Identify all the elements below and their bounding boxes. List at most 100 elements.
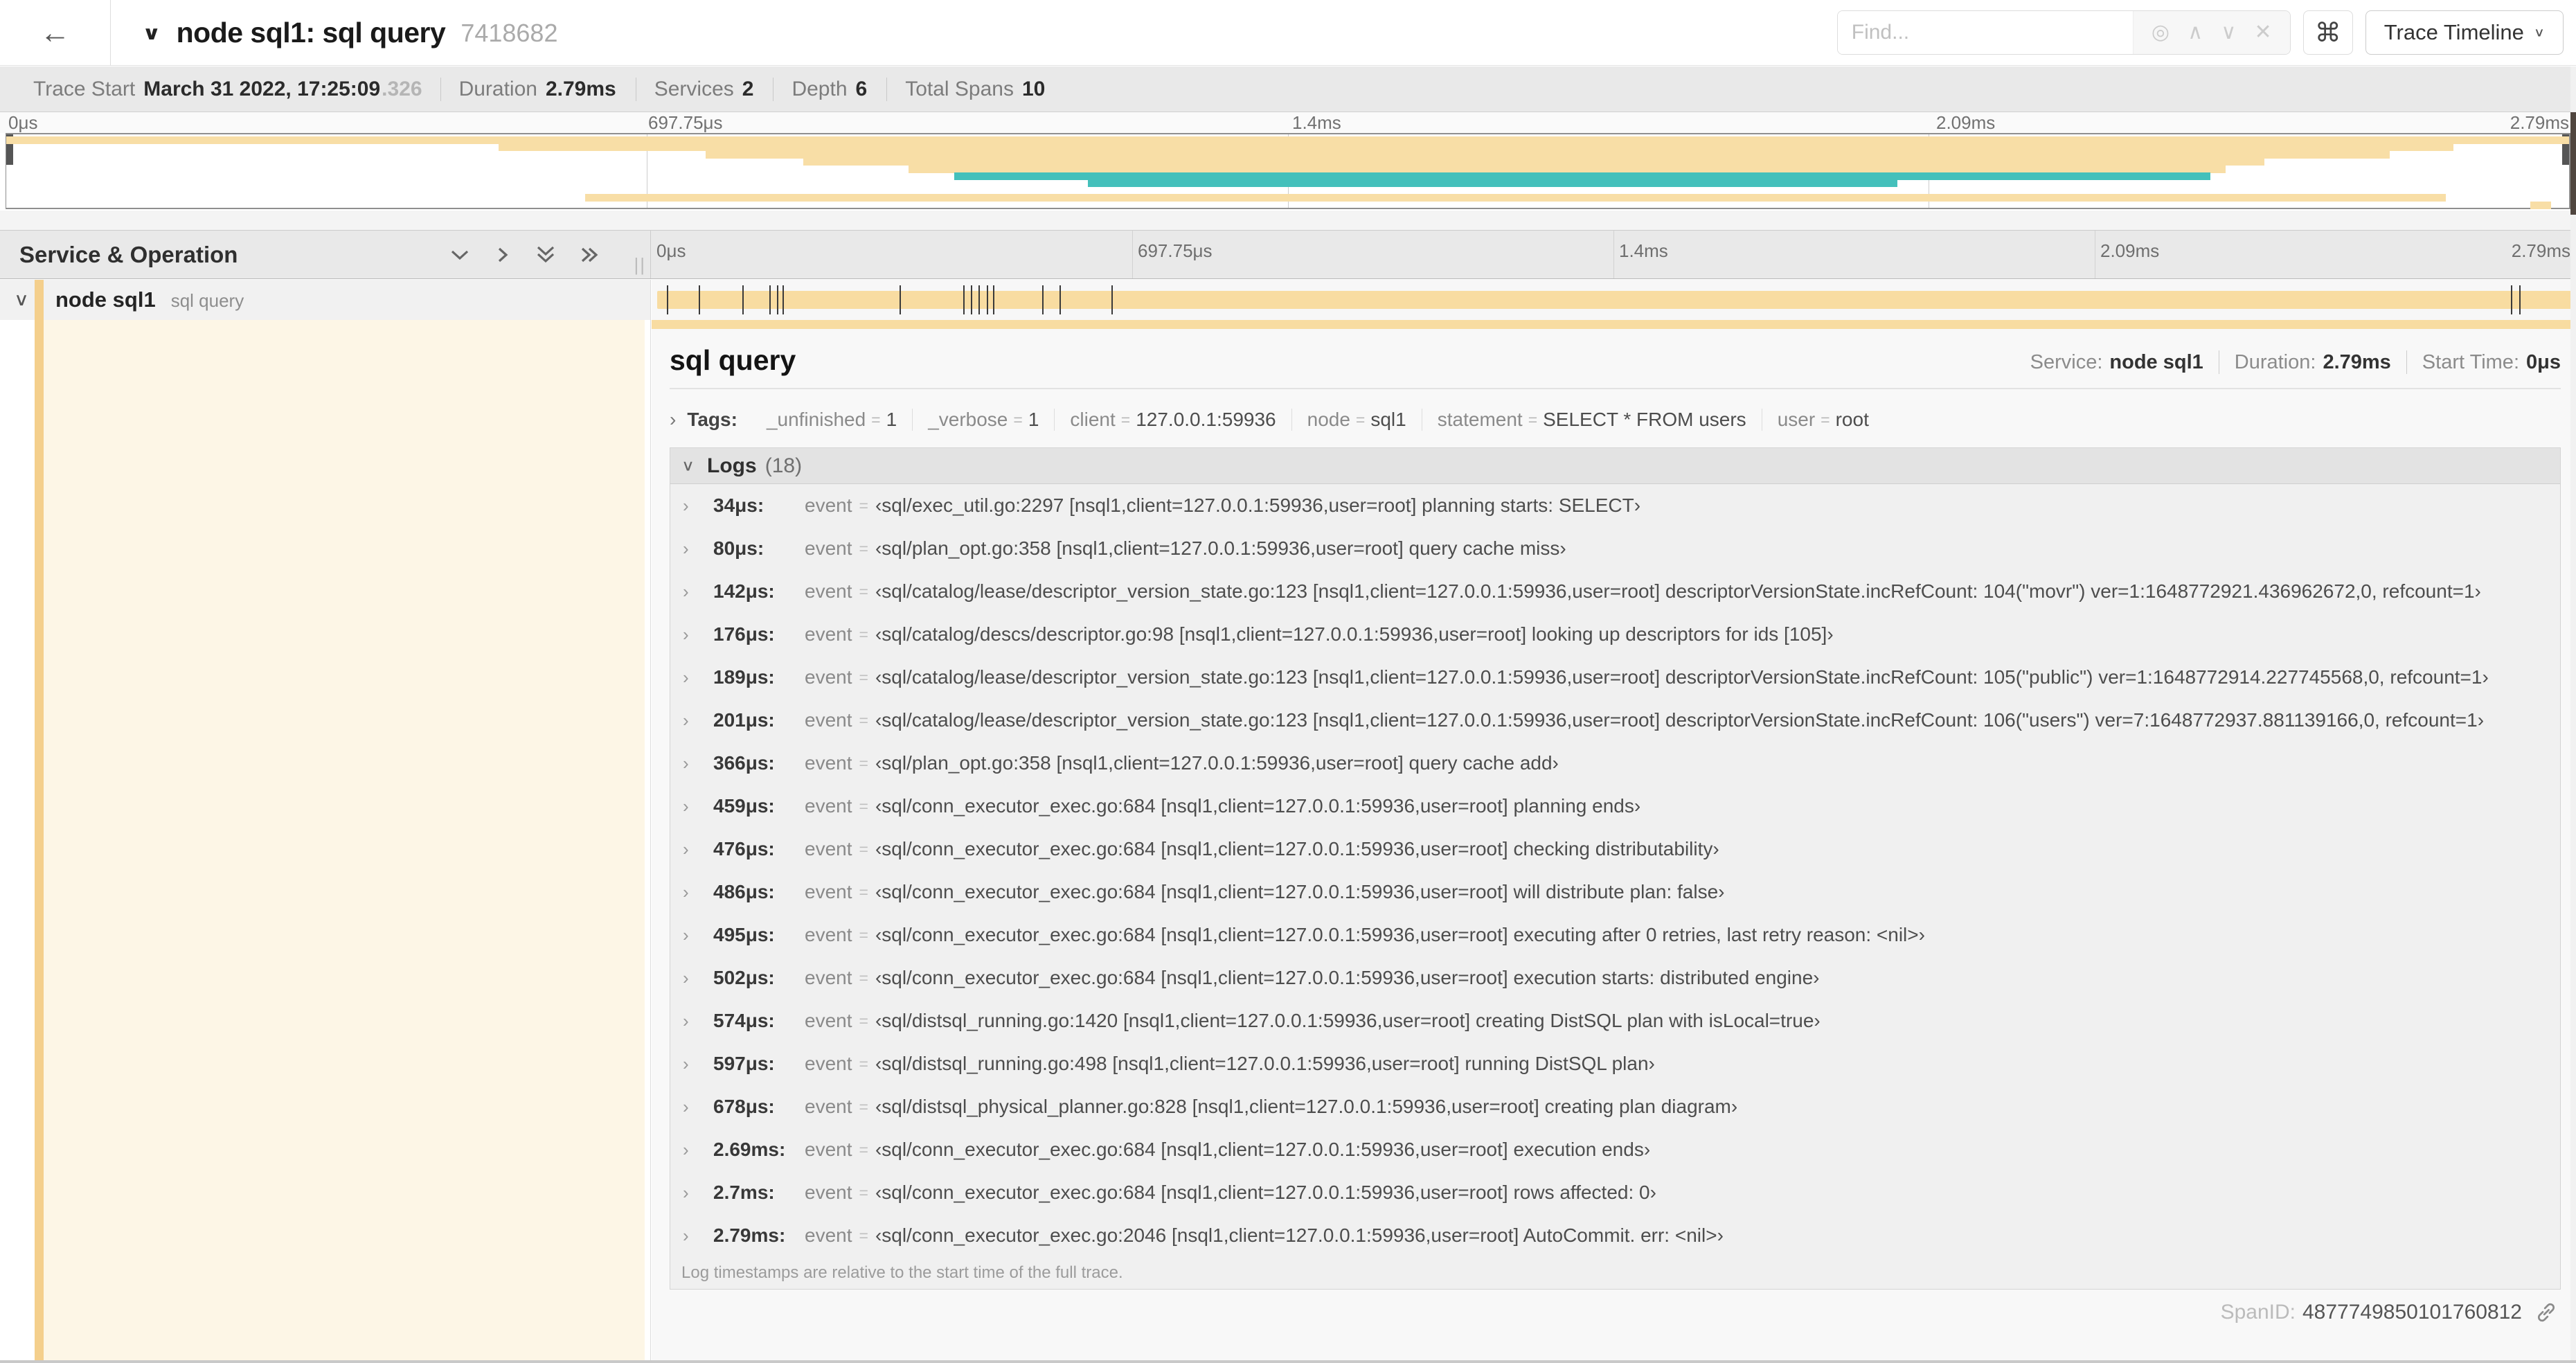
span-row-name-cell[interactable]: ∨ node sql1 sql query	[0, 280, 651, 320]
start-time-label: Start Time:	[2422, 350, 2519, 373]
find-input[interactable]	[1837, 11, 2133, 54]
span-event-tick	[900, 285, 902, 314]
collapse-all-icon[interactable]	[534, 243, 557, 267]
tag-equals: =	[1355, 410, 1366, 429]
span-color-accent-column	[35, 320, 44, 1363]
summary-value: 2.79ms	[545, 77, 616, 100]
log-entry-row[interactable]: › 502μs: event = ‹sql/conn_executor_exec…	[670, 956, 2560, 999]
minimap-span-bar	[706, 150, 2390, 159]
span-id-row: SpanID: 4877749850101760812	[670, 1301, 2561, 1324]
timeline-tick-label: 2.79ms	[2511, 240, 2570, 261]
column-resize-handle[interactable]: ||	[634, 254, 646, 276]
log-entry-row[interactable]: › 2.79ms: event = ‹sql/conn_executor_exe…	[670, 1214, 2560, 1257]
span-collapse-icon[interactable]: ∨	[14, 289, 29, 310]
back-arrow-icon: ←	[39, 15, 71, 50]
summary-value: 2	[742, 77, 754, 100]
log-entry-row[interactable]: › 201μs: event = ‹sql/catalog/lease/desc…	[670, 699, 2560, 742]
find-box: ◎ ∧ ∨ ✕	[1836, 10, 2291, 55]
log-timestamp: 678μs:	[713, 1096, 775, 1117]
expand-one-icon[interactable]	[492, 244, 513, 265]
log-timestamp: 142μs:	[713, 580, 775, 602]
span-row[interactable]: ∨ node sql1 sql query	[0, 280, 2576, 320]
tag-equals: =	[871, 410, 881, 429]
tags-row[interactable]: › Tags: _unfinished = 1 _verbose = 1 cli…	[670, 402, 2561, 438]
span-event-tick	[971, 285, 973, 314]
chevron-right-icon: ›	[683, 666, 689, 688]
minimap-span-bar	[498, 143, 2454, 152]
log-entry-row[interactable]: › 486μs: event = ‹sql/conn_executor_exec…	[670, 871, 2560, 914]
collapse-one-icon[interactable]	[448, 244, 472, 265]
log-field-key: event	[805, 1224, 852, 1246]
summary-label: Depth	[791, 77, 848, 100]
minimap-tick-label: 2.09ms	[1936, 112, 1996, 133]
top-bar: ← ∨ node sql1: sql query 7418682 ◎ ∧ ∨ ✕…	[0, 0, 2576, 66]
back-button[interactable]: ←	[0, 0, 111, 66]
page-scrollbar[interactable]	[2570, 66, 2576, 1363]
log-entry-row[interactable]: › 34μs: event = ‹sql/exec_util.go:2297 […	[670, 484, 2560, 527]
ruler-gridline	[1613, 231, 1614, 278]
log-equals: =	[859, 968, 868, 987]
logs-header[interactable]: ∨ Logs (18)	[670, 448, 2560, 484]
chevron-right-icon: ›	[683, 537, 689, 559]
view-selector-button[interactable]: Trace Timeline ∨	[2365, 10, 2564, 55]
log-field-value: ‹sql/conn_executor_exec.go:684 [nsql1,cl…	[875, 924, 1925, 945]
log-field-value: ‹sql/catalog/descs/descriptor.go:98 [nsq…	[875, 623, 1834, 645]
log-entry-row[interactable]: › 142μs: event = ‹sql/catalog/lease/desc…	[670, 570, 2560, 613]
deep-link-icon[interactable]	[2534, 1301, 2558, 1324]
summary-item: Depth 6	[773, 77, 886, 101]
tag-value: sql1	[1370, 409, 1406, 430]
log-entry-row[interactable]: › 80μs: event = ‹sql/plan_opt.go:358 [ns…	[670, 527, 2560, 570]
log-field-key: event	[805, 1182, 852, 1203]
log-timestamp: 597μs:	[713, 1053, 775, 1074]
minimap-span-bar	[803, 158, 2264, 166]
log-entry-row[interactable]: › 2.69ms: event = ‹sql/conn_executor_exe…	[670, 1128, 2560, 1171]
span-event-tick	[2519, 285, 2521, 314]
chevron-right-icon: ›	[683, 580, 689, 602]
expand-all-icon[interactable]	[578, 244, 602, 265]
log-entry-row[interactable]: › 366μs: event = ‹sql/plan_opt.go:358 [n…	[670, 742, 2560, 785]
trace-title: node sql1: sql query	[176, 17, 446, 48]
log-entry-row[interactable]: › 574μs: event = ‹sql/distsql_running.go…	[670, 999, 2560, 1042]
summary-value: 6	[855, 77, 868, 100]
keyboard-shortcuts-button[interactable]: ⌘	[2302, 10, 2353, 55]
span-row-timeline-cell[interactable]	[652, 280, 2576, 320]
window-bottom-edge	[0, 1360, 2576, 1363]
log-entry-row[interactable]: › 476μs: event = ‹sql/conn_executor_exec…	[670, 828, 2560, 871]
log-timestamp: 574μs:	[713, 1010, 775, 1031]
log-field-key: event	[805, 495, 852, 516]
log-entry-row[interactable]: › 189μs: event = ‹sql/catalog/lease/desc…	[670, 656, 2560, 699]
log-equals: =	[859, 754, 868, 772]
next-match-icon[interactable]: ∨	[2221, 22, 2236, 43]
log-entry-row[interactable]: › 495μs: event = ‹sql/conn_executor_exec…	[670, 914, 2560, 956]
log-equals: =	[859, 1097, 868, 1116]
log-entry-row[interactable]: › 176μs: event = ‹sql/catalog/descs/desc…	[670, 613, 2560, 656]
chevron-right-icon: ›	[683, 881, 689, 902]
chevron-right-icon: ›	[683, 709, 689, 731]
tag-value: 1	[886, 409, 897, 430]
tag-equals: =	[1821, 410, 1830, 429]
log-entry-row[interactable]: › 597μs: event = ‹sql/distsql_running.go…	[670, 1042, 2560, 1085]
tag-key: user	[1777, 409, 1816, 430]
log-field-key: event	[805, 1053, 852, 1074]
log-entry-row[interactable]: › 2.7ms: event = ‹sql/conn_executor_exec…	[670, 1171, 2560, 1214]
locate-icon[interactable]: ◎	[2152, 22, 2170, 43]
timeline-tick-label: 0μs	[656, 240, 686, 261]
log-field-key: event	[805, 795, 852, 817]
prev-match-icon[interactable]: ∧	[2188, 22, 2203, 43]
trace-minimap[interactable]	[6, 133, 2570, 209]
span-color-accent	[35, 280, 44, 320]
log-entry-row[interactable]: › 678μs: event = ‹sql/distsql_physical_p…	[670, 1085, 2560, 1128]
scrollbar-thumb[interactable]	[2570, 112, 2576, 215]
log-field-key: event	[805, 1010, 852, 1031]
span-duration-bar[interactable]	[657, 291, 2573, 309]
log-entry-row[interactable]: › 459μs: event = ‹sql/conn_executor_exec…	[670, 785, 2560, 828]
log-field-key: event	[805, 838, 852, 859]
log-equals: =	[859, 796, 868, 815]
tag-value: 127.0.0.1:59936	[1136, 409, 1276, 430]
log-timestamp: 2.7ms:	[713, 1182, 775, 1203]
clear-find-icon[interactable]: ✕	[2254, 22, 2271, 43]
collapse-trace-icon[interactable]: ∨	[142, 22, 161, 44]
command-icon: ⌘	[2314, 18, 2341, 48]
log-field-key: event	[805, 881, 852, 902]
span-event-tick	[1042, 285, 1044, 314]
